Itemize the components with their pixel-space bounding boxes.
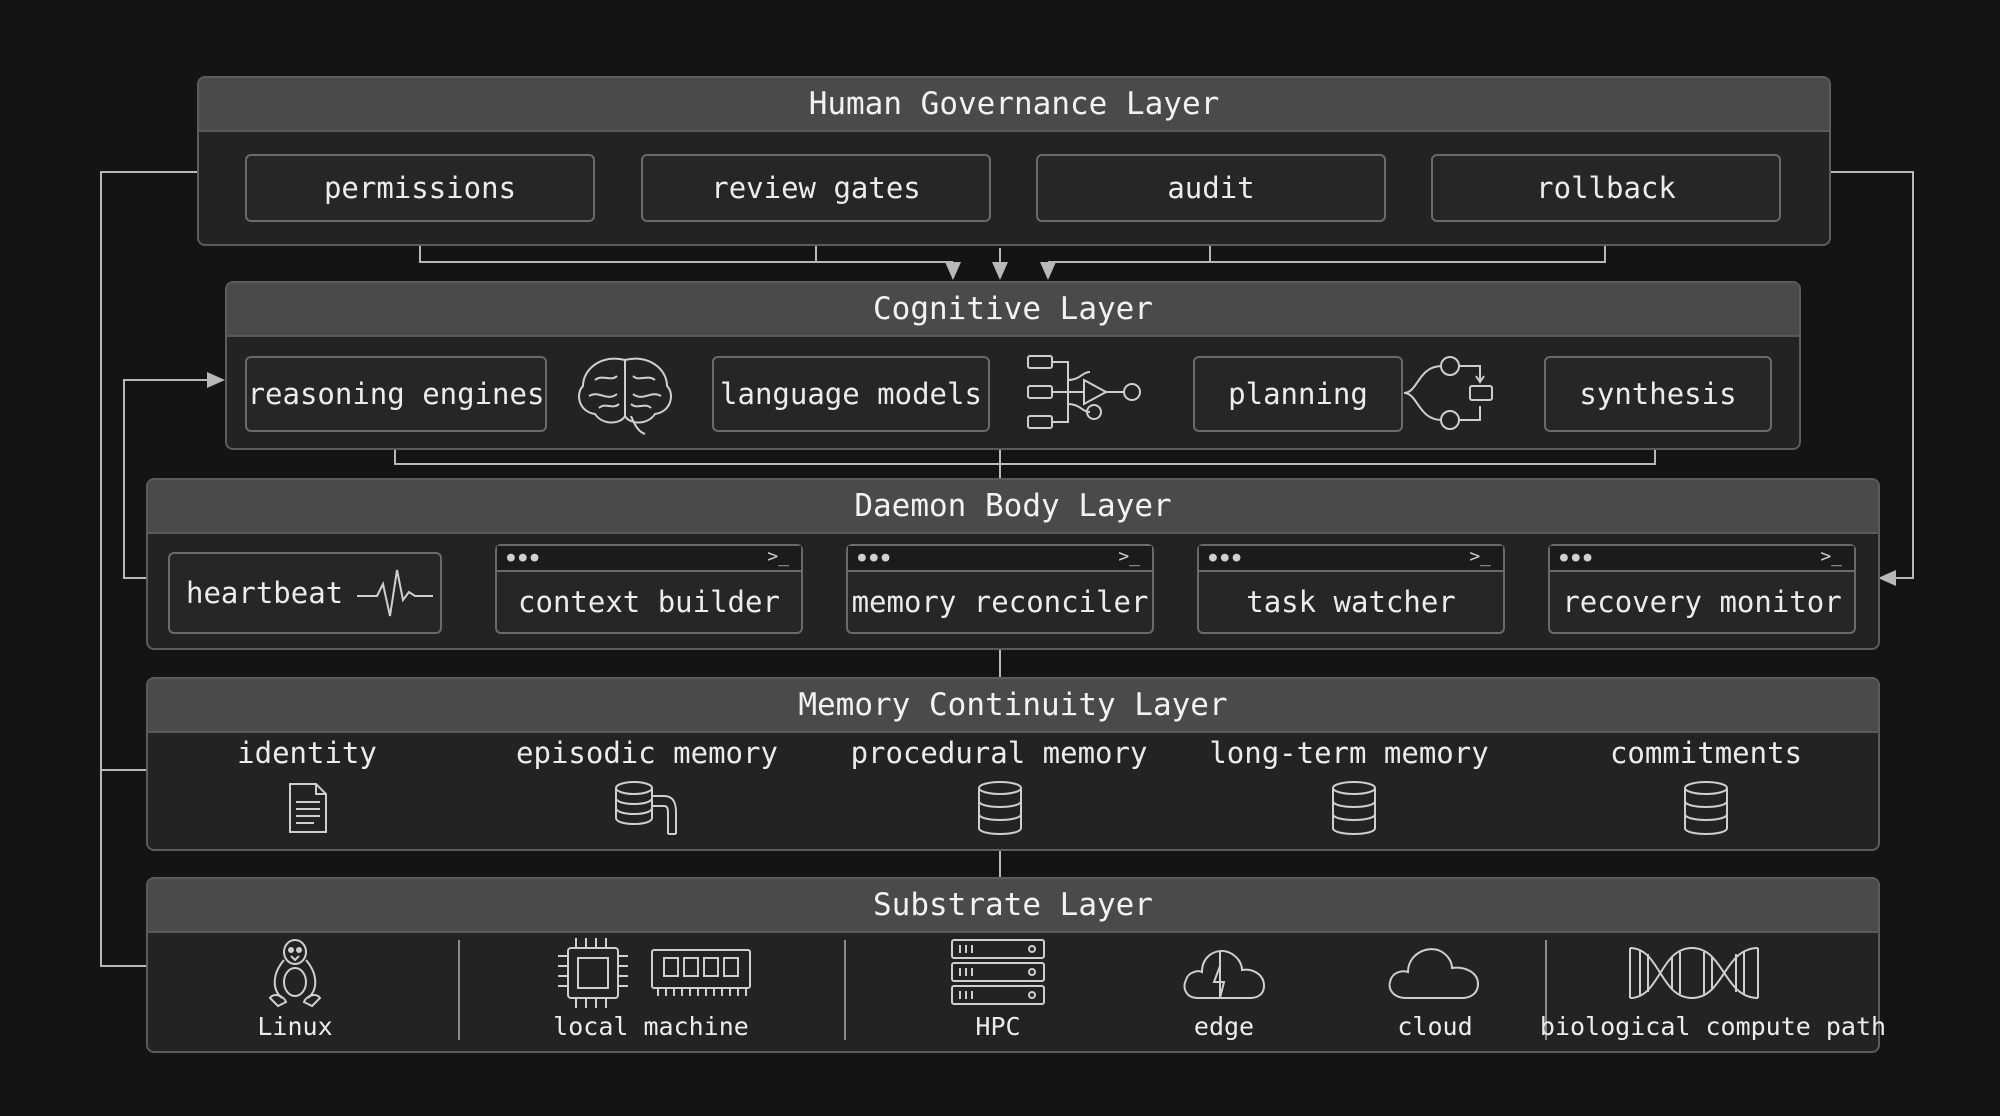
dna-helix-icon — [1629, 946, 1759, 1000]
memory-module-icon — [651, 949, 751, 996]
local-machine-label: local machine — [553, 1012, 749, 1041]
cloud-icon — [1388, 948, 1480, 999]
linux-label: Linux — [257, 1012, 333, 1041]
cloud-label: cloud — [1397, 1012, 1473, 1041]
biological-compute-path-label: biological compute path — [1539, 1012, 1887, 1041]
server-rack-icon — [951, 939, 1045, 1005]
linux-penguin-icon — [268, 939, 322, 1008]
hpc-label: HPC — [975, 1012, 1021, 1041]
edge-label: edge — [1193, 1012, 1255, 1041]
edge-cloud-icon — [1183, 950, 1266, 999]
cpu-chip-icon — [558, 938, 628, 1008]
